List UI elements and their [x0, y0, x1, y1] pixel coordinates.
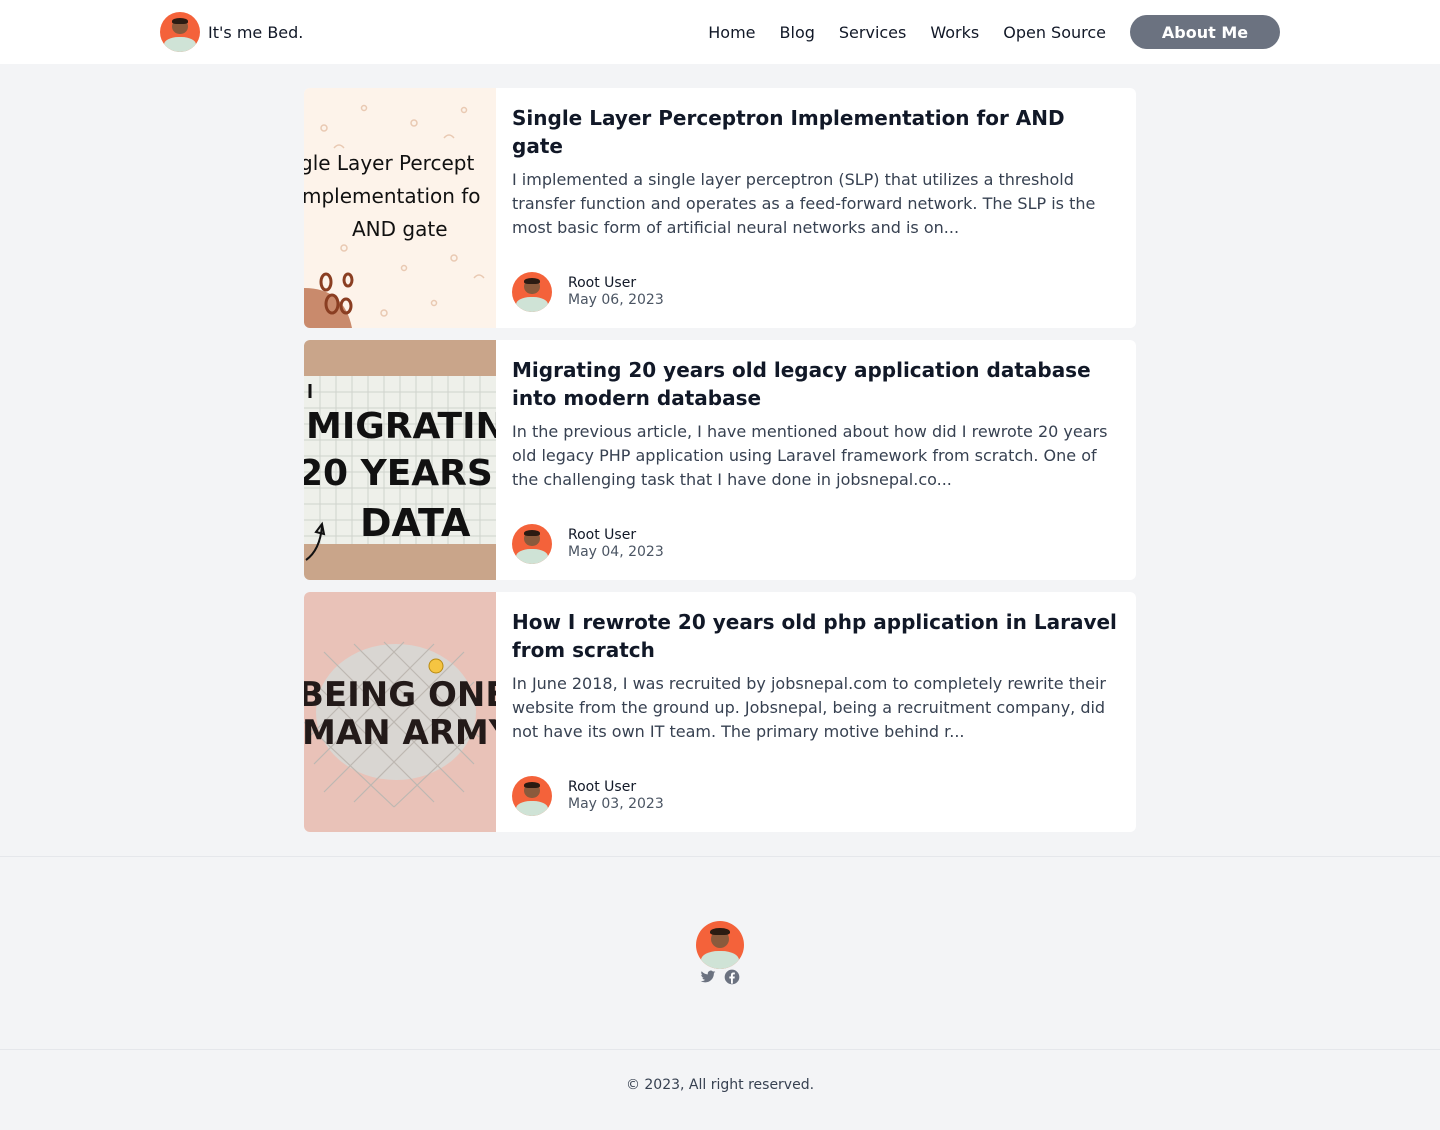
- nav-blog[interactable]: Blog: [780, 23, 815, 42]
- post-author: Root User: [568, 275, 637, 291]
- svg-text:DATA: DATA: [360, 501, 471, 545]
- top-navbar: It's me Bed. Home Blog Services Works Op…: [0, 0, 1440, 64]
- main-nav: Home Blog Services Works Open Source Abo…: [708, 15, 1280, 49]
- brand[interactable]: It's me Bed.: [160, 12, 303, 52]
- post-author: Root User: [568, 779, 637, 795]
- post-date: May 06, 2023: [568, 292, 664, 308]
- svg-text:gle Layer Percept: gle Layer Percept: [304, 151, 474, 175]
- brand-avatar: [160, 12, 200, 52]
- post-title[interactable]: Single Layer Perceptron Implementation f…: [512, 104, 1120, 160]
- post-meta: Root User May 04, 2023: [512, 524, 1120, 564]
- post-card[interactable]: BEING ONE MAN ARMY How I rewrote 20 year…: [304, 592, 1136, 832]
- twitter-icon[interactable]: [700, 969, 716, 985]
- post-meta: Root User May 03, 2023: [512, 776, 1120, 816]
- svg-text:mplementation fo: mplementation fo: [304, 184, 481, 208]
- author-avatar: [512, 272, 552, 312]
- svg-text:MAN ARMY: MAN ARMY: [304, 713, 496, 753]
- post-author: Root User: [568, 527, 637, 543]
- post-content: Single Layer Perceptron Implementation f…: [496, 88, 1136, 328]
- svg-text:BEING ONE: BEING ONE: [304, 675, 496, 715]
- post-content: How I rewrote 20 years old php applicati…: [496, 592, 1136, 832]
- post-excerpt: I implemented a single layer perceptron …: [512, 170, 1096, 237]
- nav-open-source[interactable]: Open Source: [1003, 23, 1106, 42]
- copyright-text: © 2023, All right reserved.: [625, 1076, 815, 1093]
- post-thumbnail[interactable]: gle Layer Percept mplementation fo AND g…: [304, 88, 496, 328]
- nav-works[interactable]: Works: [930, 23, 979, 42]
- post-date: May 04, 2023: [568, 544, 664, 560]
- post-meta: Root User May 06, 2023: [512, 272, 1120, 312]
- post-card[interactable]: gle Layer Percept mplementation fo AND g…: [304, 88, 1136, 328]
- social-links: [700, 969, 740, 985]
- site-footer: [0, 856, 1440, 1049]
- copyright-bar: © 2023, All right reserved.: [0, 1049, 1440, 1119]
- svg-text:AND gate: AND gate: [352, 217, 448, 241]
- post-thumbnail[interactable]: BEING ONE MAN ARMY: [304, 592, 496, 832]
- facebook-icon[interactable]: [724, 969, 740, 985]
- post-title[interactable]: How I rewrote 20 years old php applicati…: [512, 608, 1120, 664]
- about-me-button[interactable]: About Me: [1130, 15, 1280, 49]
- brand-name: It's me Bed.: [208, 22, 304, 42]
- nav-services[interactable]: Services: [839, 23, 906, 42]
- author-avatar: [512, 776, 552, 816]
- svg-text:20 YEARS O: 20 YEARS O: [304, 453, 496, 494]
- post-card[interactable]: MIGRATIN 20 YEARS O DATA Migrating 20 ye…: [304, 340, 1136, 580]
- post-feed: gle Layer Percept mplementation fo AND g…: [304, 88, 1136, 832]
- post-content: Migrating 20 years old legacy applicatio…: [496, 340, 1136, 580]
- post-thumbnail[interactable]: MIGRATIN 20 YEARS O DATA: [304, 340, 496, 580]
- svg-text:MIGRATIN: MIGRATIN: [306, 406, 496, 447]
- post-excerpt: In the previous article, I have mentione…: [512, 422, 1108, 489]
- post-date: May 03, 2023: [568, 796, 664, 812]
- author-avatar: [512, 524, 552, 564]
- post-excerpt: In June 2018, I was recruited by jobsnep…: [512, 674, 1106, 741]
- nav-home[interactable]: Home: [708, 23, 755, 42]
- footer-avatar[interactable]: [696, 921, 744, 969]
- post-title[interactable]: Migrating 20 years old legacy applicatio…: [512, 356, 1120, 412]
